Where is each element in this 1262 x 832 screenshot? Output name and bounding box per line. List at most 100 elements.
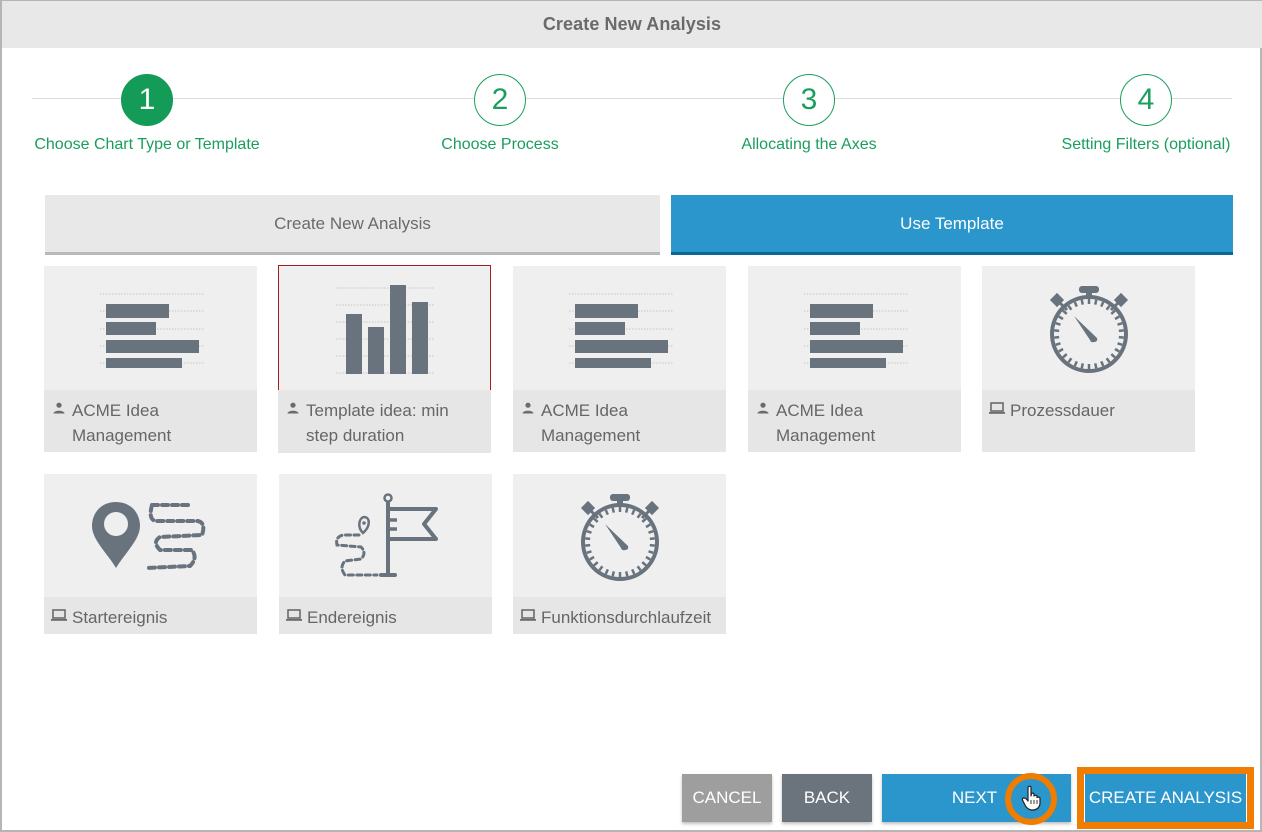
stopwatch-tick (1093, 299, 1097, 305)
stopwatch-tick (1057, 347, 1064, 353)
step-4-label: Setting Filters (optional) (1061, 136, 1231, 153)
tab-create-new-analysis[interactable]: Create New Analysis (45, 195, 660, 255)
stopwatch-tick (597, 565, 603, 571)
template-card[interactable]: ACME Idea Management (44, 266, 257, 452)
stopwatch-tick (1113, 347, 1120, 353)
stopwatch-tick (588, 555, 595, 561)
map-pin-path-icon (91, 501, 205, 570)
stopwatch-tick (584, 536, 590, 540)
stopwatch-tick (1053, 335, 1059, 339)
template-card[interactable]: ACME Idea Management (513, 266, 726, 452)
stopwatch-tick (1113, 315, 1120, 321)
stopwatch-tick (597, 512, 603, 518)
stopwatch-tick (592, 560, 599, 566)
template-thumbnail (279, 474, 492, 597)
template-thumbnail (278, 265, 491, 390)
vertical-bar-chart-icon (335, 284, 434, 374)
template-caption: Endereignis (279, 597, 492, 634)
user-icon (519, 402, 537, 414)
template-thumbnail (513, 266, 726, 390)
stopwatch-tick (624, 570, 628, 576)
template-title: ACME Idea Management (72, 401, 172, 445)
template-thumbnail (44, 474, 257, 597)
step-4-circle: 4 (1120, 74, 1172, 126)
stopwatch-tick (644, 522, 651, 528)
stopwatch-tick (649, 536, 655, 540)
next-button[interactable]: NEXT (882, 774, 1071, 822)
template-caption: Prozessdauer (982, 390, 1195, 452)
stopwatch-tick (611, 570, 615, 576)
stopwatch-tick (1080, 299, 1084, 305)
laptop-icon (285, 609, 303, 621)
template-card[interactable]: Prozessdauer (982, 266, 1195, 452)
step-2: 2 Choose Process (400, 74, 600, 154)
stopwatch-icon (580, 493, 659, 581)
template-card-selected[interactable]: Template idea: min step duration (278, 265, 491, 453)
dialog-header: Create New Analysis (2, 1, 1262, 48)
stopwatch-tick (1118, 335, 1124, 339)
stopwatch-tick (636, 512, 642, 518)
horizontal-bar-chart-icon (568, 293, 673, 368)
template-title: Endereignis (307, 608, 397, 627)
finish-flag-icon (334, 492, 438, 577)
step-4: 4 Setting Filters (optional) (1046, 74, 1246, 154)
create-analysis-dialog: Create New Analysis 1 Choose Chart Type … (0, 0, 1262, 832)
stopwatch-tick (644, 555, 651, 561)
template-caption: ACME Idea Management (44, 390, 257, 452)
template-title: Funktionsdurchlaufzeit (541, 608, 712, 627)
stopwatch-tick (1116, 321, 1123, 326)
step-2-circle: 2 (474, 74, 526, 126)
stopwatch-tick (1057, 315, 1064, 321)
template-thumbnail (748, 266, 961, 390)
stopwatch-tick (640, 560, 647, 566)
user-icon (284, 402, 302, 414)
laptop-icon (519, 609, 537, 621)
dialog-title: Create New Analysis (542, 14, 722, 34)
template-caption: Funktionsdurchlaufzeit (513, 597, 726, 634)
template-card[interactable]: Endereignis (279, 474, 492, 634)
stopwatch-tick (1066, 357, 1072, 364)
step-1: 1 Choose Chart Type or Template (32, 74, 262, 154)
stopwatch-tick (592, 517, 599, 523)
template-thumbnail (513, 474, 726, 597)
stopwatch-tick (1054, 321, 1061, 326)
stopwatch-tick (640, 517, 647, 523)
stopwatch-tick (630, 509, 635, 515)
template-thumbnail (982, 266, 1195, 390)
stopwatch-tick (1099, 301, 1104, 308)
tab-use-template[interactable]: Use Template (671, 195, 1233, 255)
stopwatch-tick (1105, 304, 1111, 311)
create-analysis-button[interactable]: CREATE ANALYSIS (1085, 774, 1246, 822)
stopwatch-tick (1054, 342, 1061, 347)
user-icon (754, 402, 772, 414)
stopwatch-tick (1118, 329, 1124, 333)
step-3-circle: 3 (783, 74, 835, 126)
template-title: ACME Idea Management (776, 401, 876, 445)
stopwatch-tick (585, 529, 592, 534)
stopwatch-tick (604, 568, 609, 574)
stopwatch-tick (624, 507, 628, 513)
template-title: Startereignis (72, 608, 168, 627)
back-button[interactable]: BACK (782, 774, 872, 822)
stopwatch-tick (649, 543, 655, 547)
stopwatch-tick (1093, 363, 1097, 369)
stopwatch-tick (1066, 304, 1072, 311)
horizontal-bar-chart-icon (99, 293, 204, 368)
template-card[interactable]: Startereignis (44, 474, 257, 634)
step-1-circle: 1 (121, 74, 173, 126)
stopwatch-tick (1053, 329, 1059, 333)
stopwatch-tick (1073, 301, 1078, 308)
stopwatch-tick (585, 549, 592, 554)
horizontal-bar-chart-icon (803, 293, 908, 368)
stopwatch-tick (611, 507, 615, 513)
stopwatch-tick (647, 529, 654, 534)
template-title: ACME Idea Management (541, 401, 641, 445)
template-card[interactable]: Funktionsdurchlaufzeit (513, 474, 726, 634)
stopwatch-tick (604, 509, 609, 515)
stopwatch-tick (1105, 357, 1111, 364)
stopwatch-tick (647, 549, 654, 554)
step-3-label: Allocating the Axes (741, 136, 877, 153)
cancel-button[interactable]: CANCEL (682, 774, 772, 822)
stopwatch-tick (1061, 353, 1068, 359)
template-card[interactable]: ACME Idea Management (748, 266, 961, 452)
